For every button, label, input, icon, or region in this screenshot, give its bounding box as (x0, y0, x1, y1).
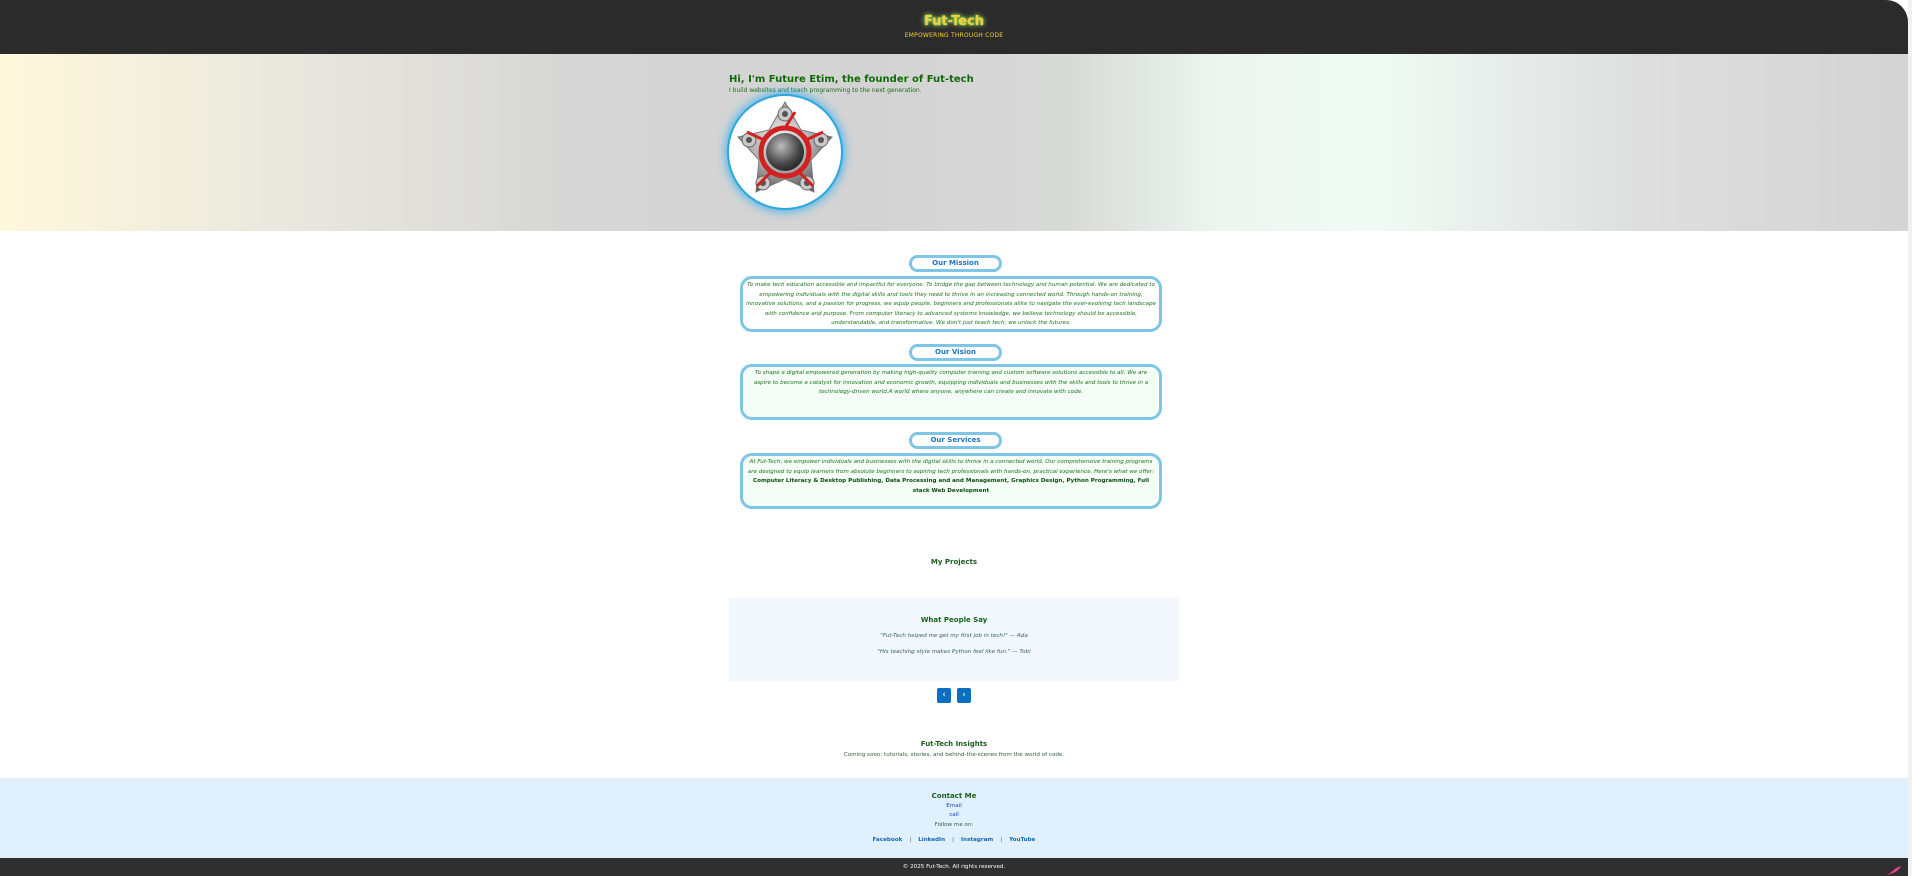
vision-text: To shape a digital empowered generation … (753, 370, 1149, 395)
youtube-link[interactable]: YouTube (1009, 837, 1035, 843)
mission-label: Our Mission (909, 255, 1002, 272)
linkedin-link[interactable]: LinkedIn (918, 837, 945, 843)
hero-title: Hi, I'm Future Etim, the founder of Fut-… (729, 74, 974, 85)
founder-avatar (729, 96, 841, 208)
mission-card: To make tech education accessible and im… (740, 276, 1162, 332)
mission-text: To make tech education accessible and im… (746, 282, 1156, 326)
hero-subtitle: I build websites and teach programming t… (729, 87, 922, 94)
gear-logo-image (737, 100, 833, 193)
hero-section: Hi, I'm Future Etim, the founder of Fut-… (0, 54, 1908, 231)
contact-section: Contact Me Email call Follow me on: Face… (0, 778, 1908, 858)
social-links: Facebook | LinkedIn | Instagram | YouTube (0, 837, 1908, 843)
call-link[interactable]: call (0, 812, 1908, 818)
instagram-link[interactable]: Instagram (961, 837, 993, 843)
email-link[interactable]: Email (0, 803, 1908, 809)
vision-card: To shape a digital empowered generation … (740, 364, 1162, 420)
copyright-text: © 2025 Fut-Tech. All rights reserved. (902, 864, 1006, 870)
site-header: Fut-Tech EMPOWERING THROUGH CODE (0, 0, 1908, 54)
facebook-link[interactable]: Facebook (873, 837, 903, 843)
site-brand[interactable]: Fut-Tech (0, 14, 1908, 29)
separator: | (1000, 837, 1003, 843)
insights-text: Coming soon: tutorials, stories, and beh… (843, 752, 1065, 758)
services-card: At Fut-Tech, we empower individuals and … (740, 453, 1162, 509)
testimonial-quote: "Fut-Tech helped me get my first job in … (880, 633, 1028, 639)
contact-title: Contact Me (931, 792, 977, 800)
insights-title: Fut-Tech Insights (920, 740, 988, 748)
site-footer: © 2025 Fut-Tech. All rights reserved. (0, 858, 1908, 876)
services-label: Our Services (909, 432, 1002, 449)
site-tagline: EMPOWERING THROUGH CODE (904, 32, 1004, 39)
services-text: At Fut-Tech, we empower individuals and … (747, 459, 1155, 475)
testimonials-section: What People Say "Fut-Tech helped me get … (729, 598, 1179, 681)
vision-label: Our Vision (909, 344, 1002, 361)
quill-icon[interactable] (1886, 865, 1902, 876)
services-highlight: Computer Literacy & Desktop Publishing, … (753, 478, 1149, 494)
separator: | (909, 837, 912, 843)
scrollbar[interactable] (1908, 0, 1912, 876)
page: Fut-Tech EMPOWERING THROUGH CODE Hi, I'm… (0, 0, 1908, 876)
testimonial-quote: "His teaching style makes Python feel li… (877, 649, 1031, 655)
separator: | (952, 837, 955, 843)
testimonials-title: What People Say (920, 616, 988, 624)
follow-label: Follow me on: (934, 822, 974, 828)
testimonial-prev-button[interactable]: ‹ (937, 688, 951, 703)
projects-title: My Projects (930, 558, 978, 566)
testimonial-next-button[interactable]: › (957, 688, 971, 703)
